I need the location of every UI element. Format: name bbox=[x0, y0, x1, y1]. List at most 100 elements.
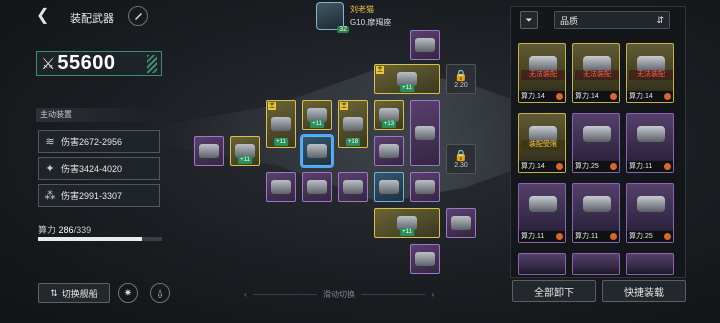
weapon-image bbox=[637, 126, 665, 142]
weapon-icon bbox=[307, 180, 327, 194]
quality-dot bbox=[610, 93, 617, 100]
level-badge: +11 bbox=[400, 84, 414, 92]
unequip-all-button[interactable]: 全部卸下 bbox=[512, 280, 596, 302]
quality-dot bbox=[610, 163, 617, 170]
weapon-icon bbox=[307, 144, 327, 158]
inventory-card-partial[interactable] bbox=[572, 253, 620, 275]
slot-main-2[interactable]: +11 bbox=[302, 100, 332, 130]
slot-row3-1[interactable] bbox=[266, 172, 296, 202]
level-badge: +18 bbox=[345, 138, 361, 146]
player-name: 刘老猫 bbox=[350, 5, 374, 14]
slot-main-4[interactable]: +13 bbox=[374, 100, 404, 130]
quality-dot bbox=[556, 93, 563, 100]
lock-cost: 2.20 bbox=[454, 81, 468, 89]
locked-slot-a[interactable]: 🔒 2.20 bbox=[446, 64, 476, 94]
energy-label: 算力 286/339 bbox=[38, 223, 91, 236]
power-display: ⚔ 55600 bbox=[36, 51, 162, 76]
level-badge: +11 bbox=[400, 228, 414, 236]
inventory-card[interactable]: 算力.25 bbox=[626, 183, 674, 243]
inventory-card-partial[interactable] bbox=[626, 253, 674, 275]
sort-dropdown[interactable]: 品质 ⇵ bbox=[554, 11, 670, 29]
quick-equip-button[interactable]: 快捷装载 bbox=[602, 280, 686, 302]
slot-left-2[interactable]: +11 bbox=[230, 136, 260, 166]
slot-bottom[interactable] bbox=[410, 244, 440, 274]
swipe-hint-label: 滑动切换 bbox=[323, 290, 355, 299]
player-level: 32 bbox=[337, 26, 349, 33]
filter-button[interactable]: ⏷ bbox=[520, 11, 538, 29]
level-badge: +11 bbox=[310, 120, 324, 128]
slot-main-1[interactable]: 主 +11 bbox=[266, 100, 296, 148]
slot-row3-2[interactable] bbox=[302, 172, 332, 202]
inventory-card[interactable]: 无法装配 算力.14 bbox=[572, 43, 620, 103]
main-badge: 主 bbox=[340, 102, 349, 110]
slot-main-top[interactable]: 主 +11 bbox=[374, 64, 440, 94]
spark-icon: ✦ bbox=[45, 163, 55, 175]
level-badge: +13 bbox=[381, 120, 397, 128]
page-title: 装配武器 bbox=[70, 13, 114, 25]
inventory-card[interactable]: 算力.11 bbox=[572, 183, 620, 243]
inventory-card[interactable]: 算力.11 bbox=[626, 113, 674, 173]
sort-toggle-icon: ⇵ bbox=[656, 14, 664, 25]
avatar[interactable]: 32 bbox=[316, 2, 349, 33]
weapon-row-1[interactable]: ≋ 伤害2672-2956 bbox=[38, 130, 160, 153]
weapon-image bbox=[583, 126, 611, 142]
fleet-button[interactable]: ⍙ bbox=[150, 283, 170, 303]
laser-icon: ⁂ bbox=[44, 190, 56, 202]
slot-row3-5[interactable] bbox=[410, 172, 440, 202]
slot-main-bottom[interactable]: +11 bbox=[374, 208, 440, 238]
card-status: 无法装配 bbox=[629, 70, 673, 80]
claw-icon: ≋ bbox=[45, 136, 55, 148]
weapon-icon bbox=[343, 180, 363, 194]
quality-dot bbox=[664, 163, 671, 170]
slot-mid[interactable] bbox=[374, 136, 404, 166]
energy-fill bbox=[38, 237, 143, 241]
ship-emblem-button[interactable]: ✷ bbox=[118, 283, 138, 303]
inventory-card[interactable]: 无法装配 算力.14 bbox=[626, 43, 674, 103]
weapon-icon bbox=[199, 144, 219, 158]
chevron-left-icon: ‹ bbox=[244, 290, 247, 299]
switch-ship-button[interactable]: ⇅ 切换舰船 bbox=[38, 283, 110, 303]
slot-left-1[interactable] bbox=[194, 136, 224, 166]
slot-row3-3[interactable] bbox=[338, 172, 368, 202]
energy-bar bbox=[38, 237, 162, 241]
quality-dot bbox=[610, 233, 617, 240]
inventory-card[interactable]: 装配受限 算力.14 bbox=[518, 113, 566, 173]
slot-top[interactable] bbox=[410, 30, 440, 60]
main-badge: 主 bbox=[268, 102, 277, 110]
slot-main-3[interactable]: 主 +18 bbox=[338, 100, 368, 148]
locked-slot-b[interactable]: 🔒 2.30 bbox=[446, 144, 476, 174]
power-value: 55600 bbox=[57, 52, 116, 74]
energy-current: 286 bbox=[58, 225, 74, 235]
inventory-card[interactable]: 无法装配 算力.14 bbox=[518, 43, 566, 103]
weapon-image bbox=[529, 196, 557, 212]
slot-side-tall[interactable] bbox=[410, 100, 440, 166]
weapon-icon bbox=[415, 126, 435, 140]
filter-icon: ⏷ bbox=[525, 14, 533, 25]
weapon-row-3[interactable]: ⁂ 伤害2991-3307 bbox=[38, 184, 160, 207]
level-badge: +11 bbox=[274, 138, 288, 146]
back-icon[interactable]: ❮ bbox=[36, 8, 52, 24]
card-status: 无法装配 bbox=[575, 70, 619, 80]
edit-button[interactable] bbox=[128, 6, 148, 26]
fleet-icon: ⍙ bbox=[157, 287, 163, 299]
inventory-card-partial[interactable] bbox=[518, 253, 566, 275]
sort-label: 品质 bbox=[560, 15, 579, 26]
quality-dot bbox=[664, 233, 671, 240]
inventory-card[interactable]: 算力.11 bbox=[518, 183, 566, 243]
weapon-row-2[interactable]: ✦ 伤害3424-4020 bbox=[38, 157, 160, 180]
lock-cost: 2.30 bbox=[454, 161, 468, 169]
quality-dot bbox=[556, 163, 563, 170]
weapon-icon bbox=[271, 180, 291, 194]
weapon-icon bbox=[379, 144, 399, 158]
active-devices-label: 主动装置 bbox=[36, 108, 162, 122]
slot-row3-4[interactable] bbox=[374, 172, 404, 202]
slot-selected[interactable] bbox=[300, 134, 334, 168]
divider bbox=[361, 294, 426, 295]
weapon-icon bbox=[379, 180, 399, 194]
quality-dot bbox=[556, 233, 563, 240]
inventory-card[interactable]: 算力.25 bbox=[572, 113, 620, 173]
weapon-icon bbox=[415, 38, 435, 52]
slot-bottom-right[interactable] bbox=[446, 208, 476, 238]
player-info[interactable]: 32 刘老猫 G10.摩羯座 bbox=[316, 2, 391, 33]
weapon-icon bbox=[271, 117, 291, 131]
